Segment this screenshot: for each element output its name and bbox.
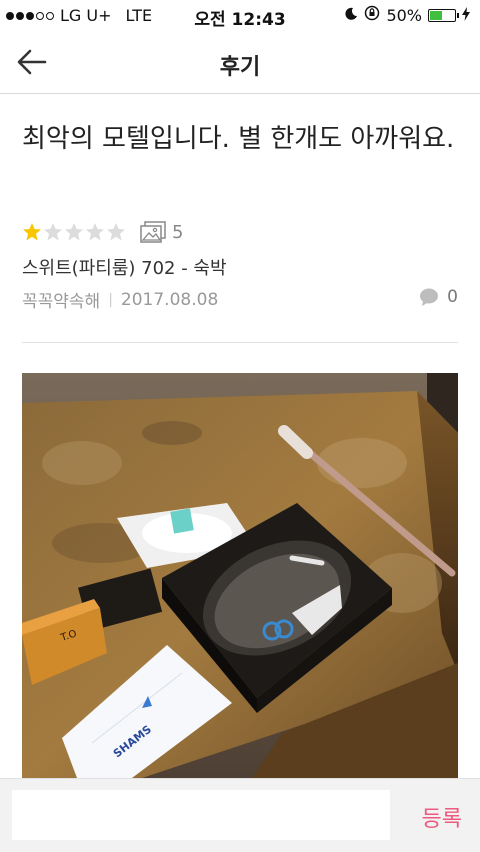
submit-button[interactable]: 등록 [422,801,462,833]
photo-count[interactable]: 5 [140,221,183,243]
status-bar: LG U+ LTE 오전 12:43 50% [0,0,480,30]
review-meta: 5 [22,221,183,243]
moon-icon [344,6,358,25]
comment-count[interactable]: 0 [419,287,458,307]
status-right: 50% [344,5,470,25]
room-info: 스위트(파티룸) 702 - 숙박 [22,258,227,279]
star-filled-icon [23,223,41,241]
battery-icon [428,8,459,22]
charging-icon [462,6,470,25]
review-photo-image: T.O SHAMS [22,373,458,778]
comment-bar: 등록 [0,778,480,852]
review-title: 최악의 모텔입니다. 별 한개도 아까워요. [22,124,455,154]
battery-percent: 50% [386,5,422,25]
comment-bubble-icon [420,288,439,306]
author-row: 꼭꼭약속해 | 2017.08.08 [22,287,219,313]
page-title: 후기 [219,55,261,80]
review-photo[interactable]: T.O SHAMS [22,373,458,778]
author-name: 꼭꼭약속해 [22,292,101,312]
comment-input[interactable] [12,790,390,840]
review-date: 2017.08.08 [120,289,219,310]
star-empty-icon [86,223,104,241]
comment-count-value: 0 [447,287,458,307]
nav-bar: 후기 [0,30,480,94]
rotation-lock-icon [364,5,380,25]
star-empty-icon [107,223,125,241]
star-rating [22,222,126,242]
divider [22,342,458,343]
photo-gallery-icon [140,221,166,243]
separator: | [108,291,113,308]
star-empty-icon [44,223,62,241]
star-empty-icon [65,223,83,241]
photo-count-value: 5 [172,221,184,243]
